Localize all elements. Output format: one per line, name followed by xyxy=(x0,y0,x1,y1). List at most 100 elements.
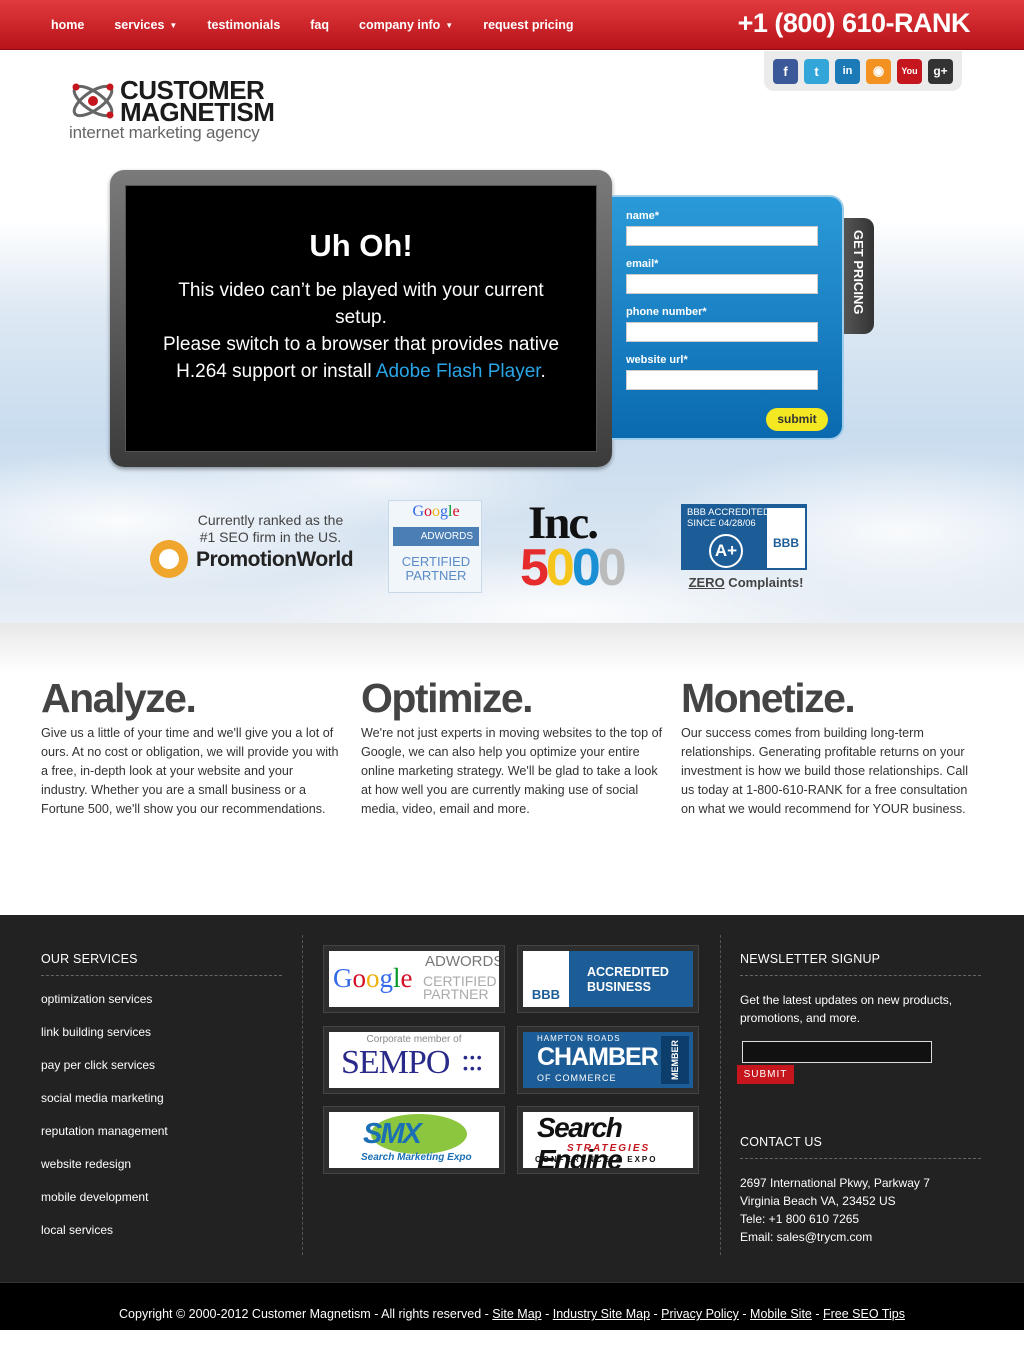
ses-conference: CONFERENCE & EXPO xyxy=(535,1155,658,1164)
video-screen: Uh Oh! This video can’t be played with y… xyxy=(125,185,597,452)
bbb-grade: A+ xyxy=(709,534,743,568)
certified-text: CERTIFIED xyxy=(401,554,471,569)
pillar-monetize: Monetize. Our success comes from buildin… xyxy=(681,675,983,819)
separator: - xyxy=(541,1307,553,1321)
footer-link-social-media[interactable]: social media marketing xyxy=(41,1091,164,1105)
search-engine-strategies-tile[interactable]: Search Engine STRATEGIES CONFERENCE & EX… xyxy=(517,1106,699,1174)
phone-input[interactable] xyxy=(626,322,818,342)
pillar-title: Analyze. xyxy=(41,675,197,721)
bbb-accredited-tile[interactable]: BBB ACCREDITED BUSINESS xyxy=(517,945,699,1013)
video-error-line1: This video can’t be played with your cur… xyxy=(178,280,544,328)
caret-down-icon: ▼ xyxy=(445,21,454,30)
divider xyxy=(302,935,303,1255)
get-pricing-tab[interactable]: GET PRICING xyxy=(844,218,874,334)
nav-company-info-label: company info xyxy=(359,18,441,32)
footer-link-link-building[interactable]: link building services xyxy=(41,1025,151,1039)
chamber-of-commerce-tile[interactable]: HAMPTON ROADS CHAMBER OF COMMERCE MEMBER xyxy=(517,1026,699,1094)
footer-link-mobile-development[interactable]: mobile development xyxy=(41,1190,148,1204)
site-logo[interactable]: CUSTOMER MAGNETISM internet marketing ag… xyxy=(68,76,298,146)
main-nav: home services ▼ testimonials faq company … xyxy=(36,0,589,50)
smx-tile[interactable]: SMX Search Marketing Expo xyxy=(323,1106,505,1174)
adobe-flash-link[interactable]: Adobe Flash Player xyxy=(376,361,541,382)
adwords-partner-tile[interactable]: Google ADWORDS CERTIFIED PARTNER xyxy=(323,945,505,1013)
twitter-icon[interactable]: t xyxy=(804,58,829,84)
contact-email[interactable]: Email: sales@trycm.com xyxy=(740,1228,930,1246)
googleplus-icon[interactable]: g+ xyxy=(928,58,953,84)
pillar-analyze: Analyze. Give us a little of your time a… xyxy=(41,675,343,819)
contact-details: 2697 International Pkwy, Parkway 7 Virgi… xyxy=(740,1174,930,1246)
adwords-label: ADWORDS xyxy=(393,527,479,546)
nav-company-info[interactable]: company info ▼ xyxy=(344,18,468,32)
pillar-optimize: Optimize. We're not just experts in movi… xyxy=(361,675,663,819)
social-icons-bar: f t in ◉ You g+ xyxy=(764,51,962,91)
logo-tagline: internet marketing agency xyxy=(69,123,260,142)
youtube-icon[interactable]: You xyxy=(897,58,922,84)
nav-testimonials[interactable]: testimonials xyxy=(192,18,295,32)
bbb-torch-logo: BBB xyxy=(767,508,805,568)
nav-faq-label: faq xyxy=(310,18,330,32)
footer-link-optimization[interactable]: optimization services xyxy=(41,992,152,1006)
google-adwords-badge[interactable]: Google ADWORDS CERTIFIED PARTNER xyxy=(388,500,482,593)
sempo-tile[interactable]: Corporate member of SEMPO ••• ••• xyxy=(323,1026,505,1094)
nav-home[interactable]: home xyxy=(36,18,99,32)
footer-link-ppc[interactable]: pay per click services xyxy=(41,1058,155,1072)
footer-link-mobile-site[interactable]: Mobile Site xyxy=(750,1307,812,1321)
promo-caption-line1: Currently ranked as the xyxy=(197,512,344,528)
footer-link-privacy-policy[interactable]: Privacy Policy xyxy=(661,1307,739,1321)
bbb-accredited-since: BBB ACCREDITED SINCE 04/28/06 xyxy=(687,507,770,529)
nav-faq[interactable]: faq xyxy=(295,18,344,32)
magnet-atom-icon xyxy=(72,83,114,119)
google-logo: Google xyxy=(333,963,413,993)
adwords-partner-logo: Google ADWORDS CERTIFIED PARTNER xyxy=(329,951,499,1007)
website-input[interactable] xyxy=(626,370,818,390)
get-pricing-tab-label: GET PRICING xyxy=(851,230,866,315)
copyright-bar xyxy=(0,1282,1024,1330)
footer-link-website-redesign[interactable]: website redesign xyxy=(41,1157,131,1171)
partner-text: PARTNER xyxy=(405,568,467,583)
chamber-word: CHAMBER xyxy=(537,1043,659,1071)
contact-address-line1: 2697 International Pkwy, Parkway 7 xyxy=(740,1176,930,1190)
google-logo: Google xyxy=(412,503,460,520)
website-label: website url* xyxy=(626,354,688,366)
bbb-accredited-logo: BBB ACCREDITED BUSINESS xyxy=(523,951,693,1007)
ses-strategies: STRATEGIES xyxy=(567,1143,651,1154)
footer-link-free-seo-tips[interactable]: Free SEO Tips xyxy=(823,1307,905,1321)
footer-link-reputation[interactable]: reputation management xyxy=(41,1124,168,1138)
newsletter-submit-button[interactable]: SUBMIT xyxy=(737,1065,794,1084)
divider xyxy=(740,1158,981,1159)
promotionworld-name: PromotionWorld xyxy=(196,548,354,571)
complaints-word: Complaints! xyxy=(724,575,804,590)
divider xyxy=(41,975,282,976)
bbb-line2: SINCE 04/28/06 xyxy=(687,518,756,529)
chamber-top-text: HAMPTON ROADS xyxy=(537,1034,621,1043)
pricing-submit-button[interactable]: submit xyxy=(766,408,828,431)
email-label: email* xyxy=(626,258,659,270)
inc5000-badge[interactable]: Inc. 5000 xyxy=(520,497,650,597)
rss-icon[interactable]: ◉ xyxy=(866,58,891,84)
pillar-text: Give us a little of your time and we'll … xyxy=(41,726,339,816)
sempo-logo: Corporate member of SEMPO ••• ••• xyxy=(329,1032,499,1088)
video-player[interactable]: Uh Oh! This video can’t be played with y… xyxy=(110,170,612,467)
pricing-form: name* email* phone number* website url* … xyxy=(612,195,844,440)
email-input[interactable] xyxy=(626,274,818,294)
nav-testimonials-label: testimonials xyxy=(207,18,281,32)
accredited-business-text: ACCREDITED BUSINESS xyxy=(587,965,669,995)
nav-services[interactable]: services ▼ xyxy=(99,18,192,32)
nav-services-label: services xyxy=(114,18,165,32)
linkedin-icon[interactable]: in xyxy=(835,58,860,84)
bbb-accredited-badge[interactable]: BBB ACCREDITED SINCE 04/28/06 A+ BBB xyxy=(681,504,807,570)
newsletter-email-input[interactable] xyxy=(742,1041,932,1063)
facebook-icon[interactable]: f xyxy=(773,58,798,84)
name-input[interactable] xyxy=(626,226,818,246)
promotionworld-badge[interactable]: PromotionWorld xyxy=(150,540,360,580)
footer-link-local-services[interactable]: local services xyxy=(41,1223,113,1237)
footer-link-site-map[interactable]: Site Map xyxy=(492,1307,541,1321)
video-error-message: This video can’t be played with your cur… xyxy=(126,277,596,385)
nav-request-pricing[interactable]: request pricing xyxy=(468,18,588,32)
sempo-wordmark: SEMPO xyxy=(341,1044,450,1081)
accredited-word: ACCREDITED xyxy=(587,965,669,979)
adwords-word: ADWORDS xyxy=(425,953,499,970)
footer-link-industry-site-map[interactable]: Industry Site Map xyxy=(553,1307,650,1321)
phone-number[interactable]: +1 (800) 610-RANK xyxy=(738,8,971,39)
phone-label: phone number* xyxy=(626,306,707,318)
